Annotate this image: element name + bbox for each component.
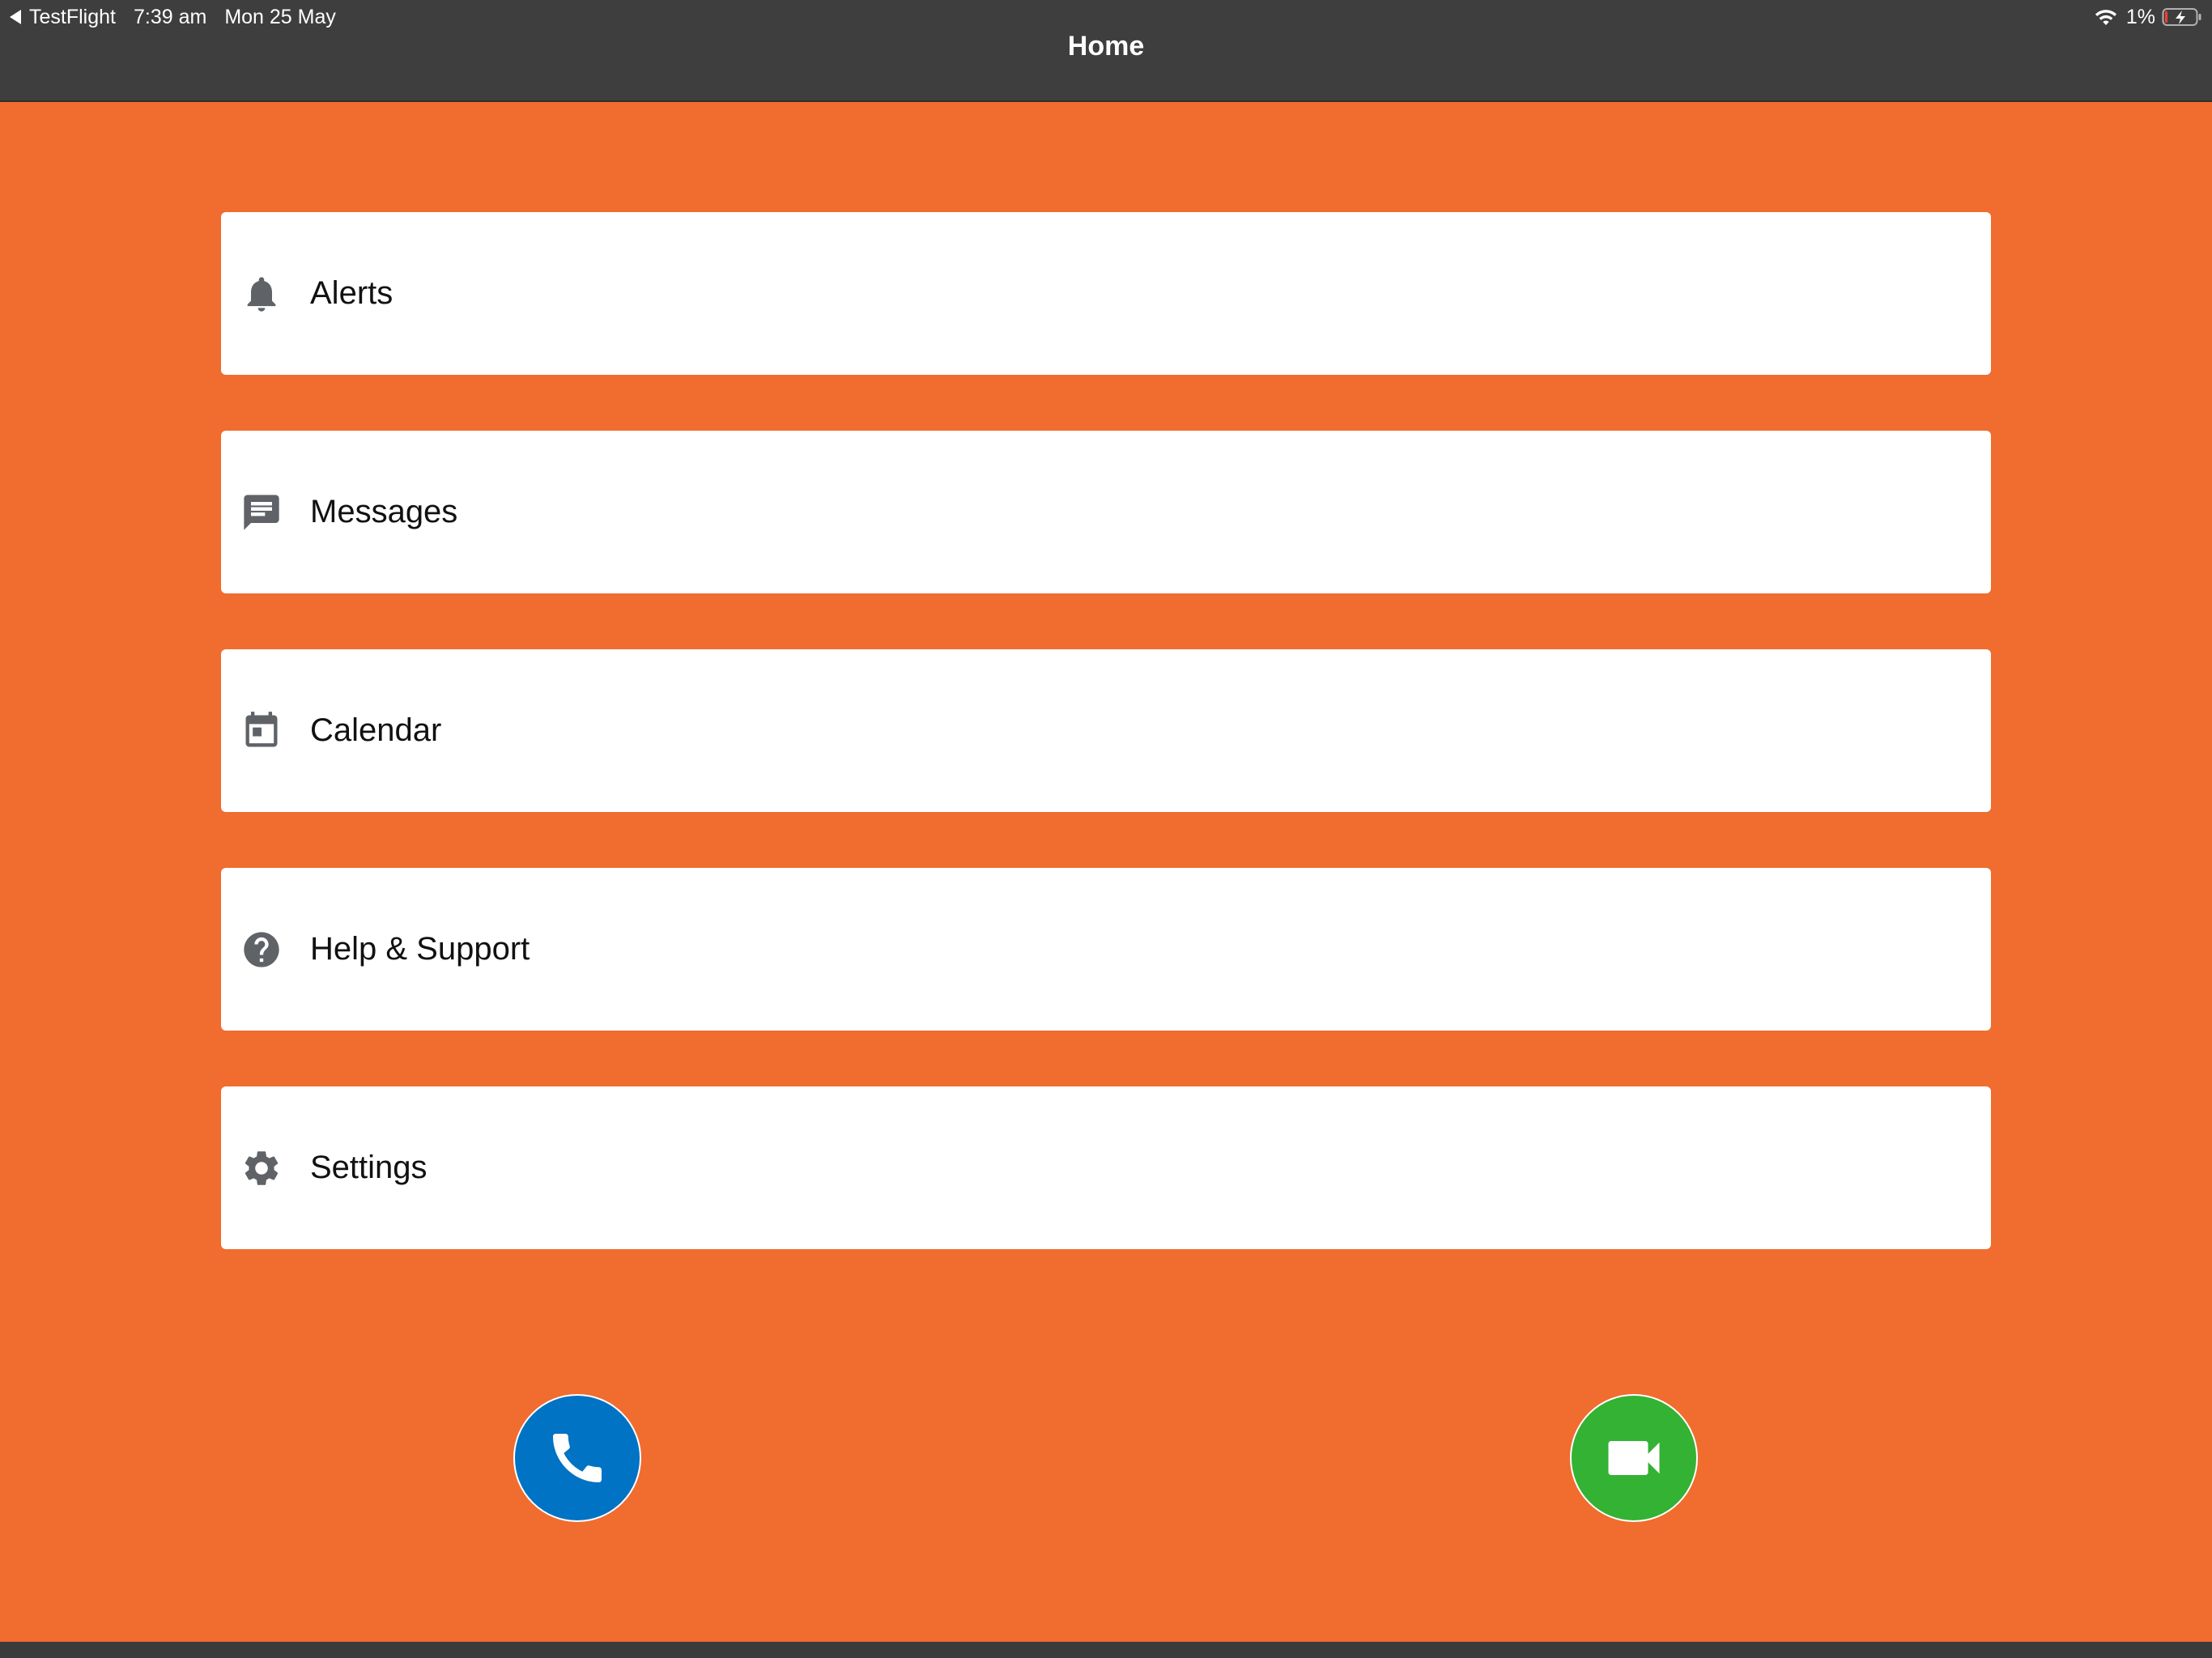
- video-call-button[interactable]: [1570, 1394, 1698, 1522]
- message-icon: [240, 491, 283, 534]
- menu-item-label: Settings: [310, 1150, 428, 1185]
- menu-item-help-support[interactable]: Help & Support: [221, 868, 1991, 1031]
- menu-item-calendar[interactable]: Calendar: [221, 649, 1991, 812]
- battery-percent: 1%: [2125, 5, 2155, 28]
- status-time: 7:39 am: [133, 5, 207, 28]
- status-date: Mon 25 May: [224, 5, 336, 28]
- home-screen: TestFlight 7:39 am Mon 25 May 1% Home Al…: [0, 0, 2212, 1658]
- gear-icon: [240, 1147, 283, 1189]
- bell-icon: [240, 273, 283, 315]
- menu-item-label: Calendar: [310, 712, 442, 748]
- calendar-icon: [240, 710, 283, 752]
- phone-icon: [553, 1434, 602, 1482]
- page-title: Home: [1067, 31, 1145, 62]
- phone-call-button[interactable]: [513, 1394, 641, 1522]
- status-bar-right: 1%: [2094, 3, 2202, 31]
- menu-item-label: Alerts: [310, 275, 393, 311]
- wifi-icon: [2094, 7, 2118, 27]
- help-icon: [240, 929, 283, 971]
- top-bar: TestFlight 7:39 am Mon 25 May 1% Home: [0, 0, 2212, 102]
- menu-item-messages[interactable]: Messages: [221, 431, 1991, 593]
- menu-item-label: Help & Support: [310, 931, 530, 967]
- home-menu: Alerts Messages Calendar Help & Support: [221, 212, 1991, 1305]
- menu-item-settings[interactable]: Settings: [221, 1086, 1991, 1249]
- status-bar-left: TestFlight 7:39 am Mon 25 May: [10, 3, 336, 31]
- menu-item-alerts[interactable]: Alerts: [221, 212, 1991, 375]
- menu-item-label: Messages: [310, 494, 458, 529]
- back-caret-icon[interactable]: [10, 10, 21, 24]
- video-camera-icon: [1608, 1441, 1660, 1475]
- bottom-bar: [0, 1642, 2212, 1658]
- back-to-app-link[interactable]: TestFlight: [29, 6, 116, 29]
- battery-charging-icon: [2162, 7, 2202, 27]
